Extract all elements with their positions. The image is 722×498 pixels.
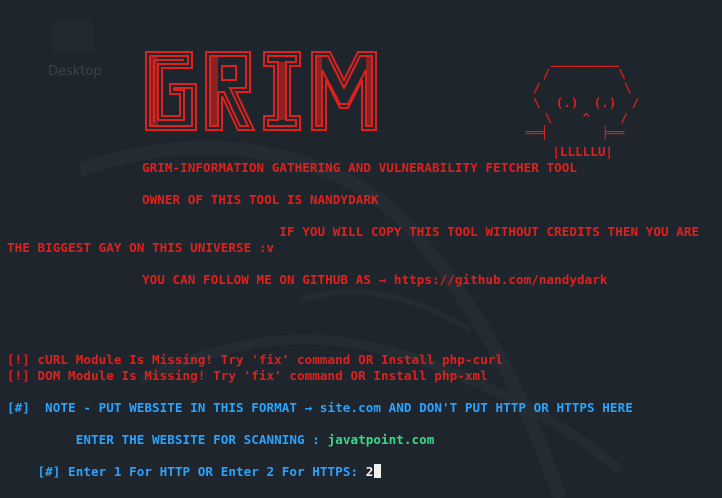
- protocol-prompt-line[interactable]: [#] Enter 1 For HTTP OR Enter 2 For HTTP…: [7, 448, 382, 496]
- format-note: [#] NOTE - PUT WEBSITE IN THIS FORMAT → …: [7, 400, 633, 415]
- skull-ascii-line-3: / \: [533, 80, 632, 95]
- skull-ascii-line-7: |LLLLLU|: [522, 144, 613, 159]
- skull-ascii-line-5: \ ^ /: [537, 110, 628, 125]
- protocol-prompt-label: [#] Enter 1 For HTTP OR Enter 2 For HTTP…: [37, 464, 366, 479]
- website-input-value[interactable]: javatpoint.com: [328, 432, 435, 447]
- github-line: YOU CAN FOLLOW ME ON GITHUB AS → https:/…: [142, 272, 608, 287]
- error-dom-missing: [!] DOM Module Is Missing! Try 'fix' com…: [7, 368, 488, 383]
- skull-ascii-line-1: _________: [543, 52, 619, 67]
- skull-ascii-line-4: \ (.) (.) /: [533, 95, 640, 110]
- error-curl-missing: [!] cURL Module Is Missing! Try 'fix' co…: [7, 352, 504, 367]
- skull-ascii-line-6: ══╡ ╞══: [518, 125, 625, 140]
- credits-line-2: THE BIGGEST GAY ON THIS UNIVERSE :v: [7, 240, 275, 255]
- skull-ascii-line-2: / \: [535, 66, 626, 81]
- website-prompt-label: ENTER THE WEBSITE FOR SCANNING :: [37, 432, 328, 447]
- tool-title: GRIM-INFORMATION GATHERING AND VULNERABI…: [142, 160, 578, 175]
- terminal-cursor: [374, 464, 382, 478]
- grim-logo: [145, 51, 377, 131]
- terminal-output[interactable]: _________ / \ / \ \ (.) (.) / \ ^ / ══╡ …: [0, 0, 722, 498]
- owner-line: OWNER OF THIS TOOL IS NANDYDARK: [142, 192, 379, 207]
- protocol-input-value[interactable]: 2: [366, 464, 374, 479]
- credits-line-1: IF YOU WILL COPY THIS TOOL WITHOUT CREDI…: [142, 224, 700, 239]
